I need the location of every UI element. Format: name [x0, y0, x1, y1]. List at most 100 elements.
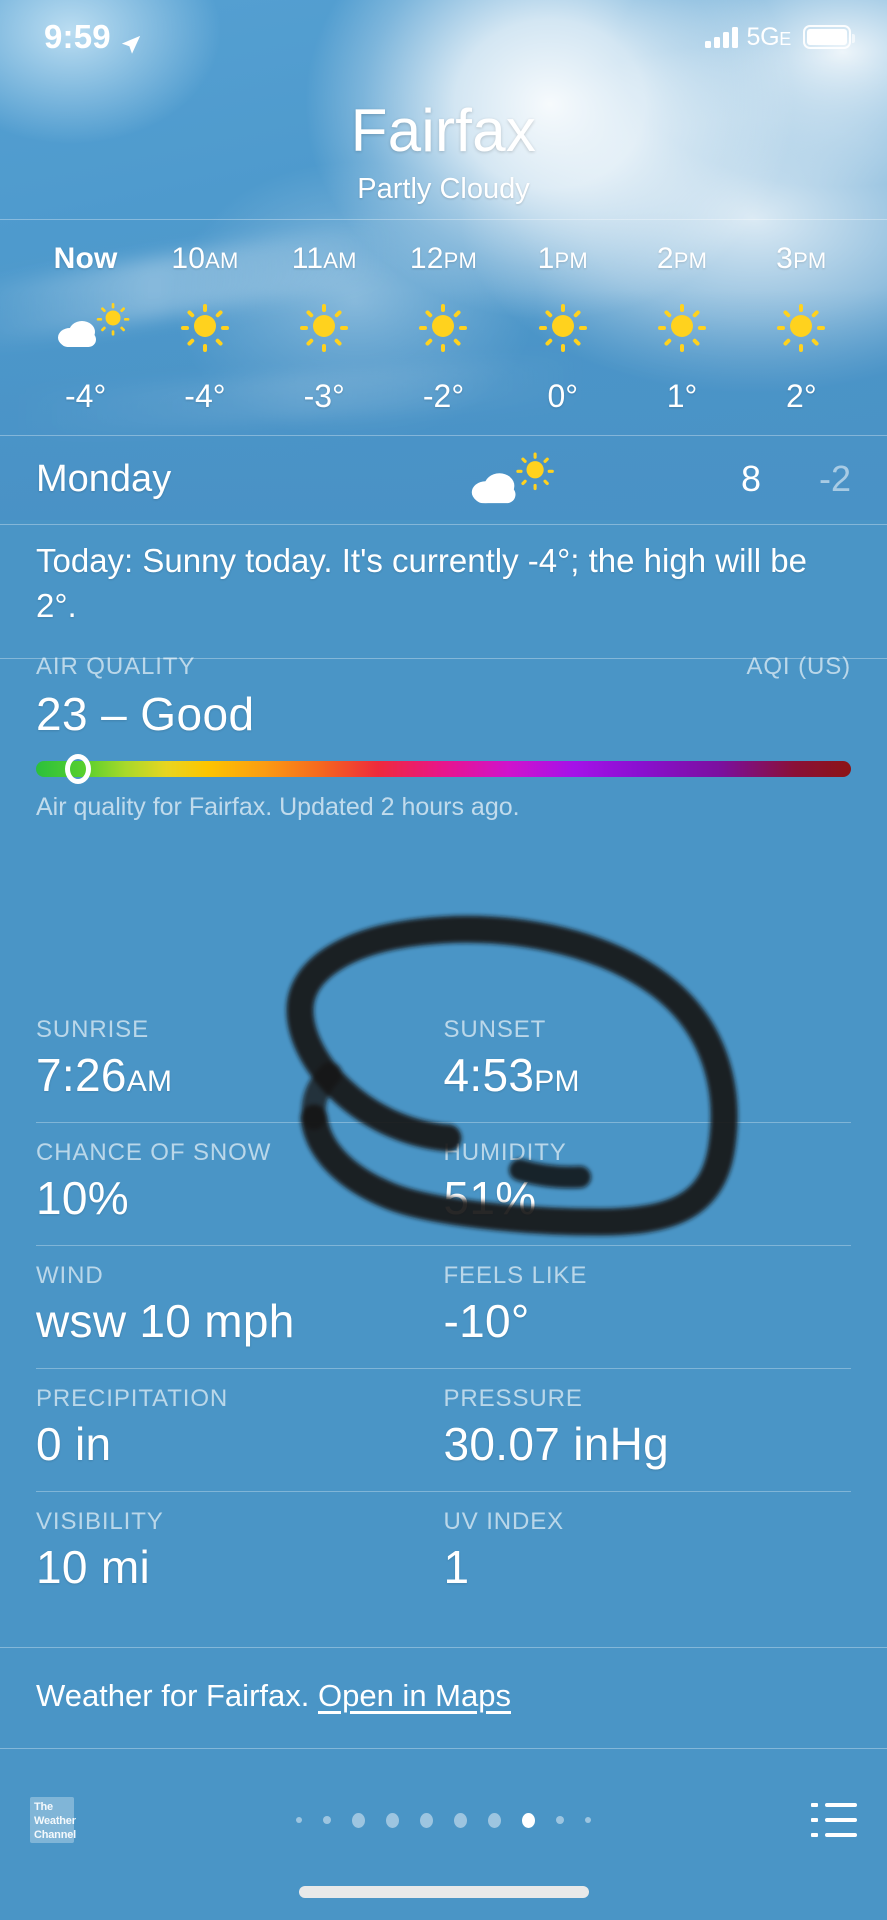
page-dot[interactable]: [386, 1812, 399, 1828]
day-low-temp: -2: [818, 458, 851, 499]
detail-row: WIND wsw 10 mph FEELS LIKE -10°: [36, 1246, 851, 1368]
detail-label: VISIBILITY: [36, 1508, 164, 1535]
detail-row: SUNRISE 7:26AM SUNSET 4:53PM: [36, 1000, 851, 1122]
home-indicator[interactable]: [298, 1886, 589, 1898]
detail-row: CHANCE OF SNOW 10% HUMIDITY 51%: [36, 1123, 851, 1245]
page-dot[interactable]: [556, 1816, 564, 1824]
open-in-maps-link[interactable]: Open in Maps: [318, 1678, 511, 1713]
cellular-bars-icon: [704, 26, 738, 48]
hour-temp: 0°: [547, 378, 579, 414]
bottom-toolbar: The Weather Channel: [0, 1772, 887, 1868]
hourly-item[interactable]: Now -4°: [26, 242, 145, 415]
detail-label: PRECIPITATION: [36, 1385, 229, 1412]
detail-value: -10°: [443, 1295, 530, 1347]
detail-value: 4:53PM: [443, 1049, 580, 1101]
hero-header: Fairfax Partly Cloudy: [0, 96, 887, 206]
weather-channel-logo[interactable]: The Weather Channel: [30, 1797, 76, 1843]
hour-label: 1PM: [537, 242, 588, 275]
hour-temp: -4°: [65, 378, 107, 414]
detail-value: 1: [443, 1541, 470, 1593]
hour-temp: -3°: [303, 378, 345, 414]
detail-row: VISIBILITY 10 mi UV INDEX 1: [36, 1492, 851, 1614]
page-dot[interactable]: [522, 1812, 535, 1828]
hour-label: 3PM: [776, 242, 827, 275]
detail-pressure: PRESSURE 30.07 inHg: [444, 1385, 852, 1471]
partly-cloudy-icon: [26, 290, 145, 362]
hourly-item[interactable]: 2PM 1°: [622, 242, 741, 415]
air-quality-section[interactable]: AIR QUALITY AQI (US) 23 – Good Air quali…: [0, 633, 887, 840]
detail-label: SUNSET: [443, 1016, 547, 1043]
detail-label: UV INDEX: [443, 1508, 565, 1535]
status-bar: 9:59 5GE: [0, 0, 887, 74]
detail-value: 10%: [36, 1172, 129, 1224]
page-dot[interactable]: [454, 1812, 467, 1828]
page-dot[interactable]: [420, 1812, 433, 1828]
detail-humidity: HUMIDITY 51%: [444, 1139, 852, 1225]
hour-temp: -4°: [184, 378, 226, 414]
page-dot[interactable]: [585, 1817, 591, 1823]
detail-chance-of-snow: CHANCE OF SNOW 10%: [36, 1139, 444, 1225]
detail-uv-index: UV INDEX 1: [444, 1508, 852, 1594]
sun-icon: [622, 290, 741, 362]
current-condition: Partly Cloudy: [357, 173, 530, 205]
footer-section: Weather for Fairfax. Open in Maps: [0, 1647, 887, 1749]
hourly-item[interactable]: 11AM -3°: [265, 242, 384, 415]
footer-text: Weather for Fairfax. Open in Maps: [0, 1648, 887, 1748]
hourly-forecast-section[interactable]: Now -4° 10AM -4° 11AM -3° 12PM -2° 1PM 0° 2PM 1° 3PM…: [0, 219, 887, 436]
air-quality-scale-bar: [36, 754, 851, 784]
hour-label: 10AM: [171, 242, 239, 275]
hourly-item[interactable]: 1PM 0°: [503, 242, 622, 415]
aqi-scale-label: AQI (US): [746, 653, 851, 680]
detail-label: WIND: [36, 1262, 104, 1289]
detail-value: 7:26AM: [36, 1049, 173, 1101]
status-bar-left: 9:59: [44, 18, 142, 56]
detail-label: CHANCE OF SNOW: [36, 1139, 272, 1166]
sun-icon: [742, 290, 861, 362]
detail-wind: WIND wsw 10 mph: [36, 1262, 444, 1348]
daily-forecast-section[interactable]: Monday 8 -2: [0, 436, 887, 525]
detail-visibility: VISIBILITY 10 mi: [36, 1508, 444, 1594]
page-dot[interactable]: [296, 1817, 302, 1823]
page-dot[interactable]: [352, 1812, 365, 1828]
network-label: 5GE: [746, 22, 792, 51]
sun-icon: [145, 290, 264, 362]
hourly-item[interactable]: 10AM -4°: [145, 242, 264, 415]
hourly-forecast-row[interactable]: Now -4° 10AM -4° 11AM -3° 12PM -2° 1PM 0° 2PM 1° 3PM…: [0, 220, 887, 435]
clock-time: 9:59: [44, 18, 111, 55]
status-bar-right: 5GE: [704, 22, 855, 52]
air-quality-value: 23 – Good: [36, 688, 255, 740]
hour-label: 11AM: [291, 242, 357, 275]
detail-feels-like: FEELS LIKE -10°: [444, 1262, 852, 1348]
daily-forecast-row[interactable]: Monday 8 -2: [0, 436, 887, 524]
page-title: Fairfax: [350, 97, 537, 164]
sun-icon: [265, 290, 384, 362]
partly-cloudy-icon: [356, 452, 651, 504]
detail-value: 0 in: [36, 1418, 112, 1470]
detail-sunset: SUNSET 4:53PM: [444, 1016, 852, 1102]
location-arrow-icon: [120, 26, 142, 54]
weather-details-grid: SUNRISE 7:26AM SUNSET 4:53PM CHANCE OF SNOW 1…: [0, 1000, 887, 1614]
detail-value: wsw 10 mph: [36, 1295, 295, 1347]
hour-label: 2PM: [656, 242, 708, 275]
page-indicator-dots[interactable]: [0, 1812, 887, 1828]
air-quality-note: Air quality for Fairfax. Updated 2 hours…: [36, 793, 520, 821]
air-quality-indicator: [64, 754, 91, 784]
day-high-temp: 8: [740, 458, 761, 499]
air-quality-label: AIR QUALITY: [36, 653, 196, 680]
detail-row: PRECIPITATION 0 in PRESSURE 30.07 inHg: [36, 1369, 851, 1491]
hourly-item[interactable]: 12PM -2°: [384, 242, 503, 415]
hour-label: 12PM: [409, 242, 478, 275]
list-view-icon[interactable]: [811, 1803, 857, 1837]
weather-attribution: Weather for Fairfax.: [36, 1678, 310, 1713]
page-dot[interactable]: [488, 1812, 501, 1828]
detail-label: HUMIDITY: [443, 1139, 567, 1166]
detail-label: SUNRISE: [36, 1016, 149, 1043]
sun-icon: [503, 290, 622, 362]
detail-sunrise: SUNRISE 7:26AM: [36, 1016, 444, 1102]
detail-value: 30.07 inHg: [443, 1418, 669, 1470]
hour-temp: 2°: [786, 378, 817, 414]
hour-temp: -2°: [422, 378, 465, 414]
page-dot[interactable]: [323, 1816, 331, 1824]
hourly-item[interactable]: 3PM 2°: [742, 242, 861, 415]
sun-icon: [384, 290, 503, 362]
